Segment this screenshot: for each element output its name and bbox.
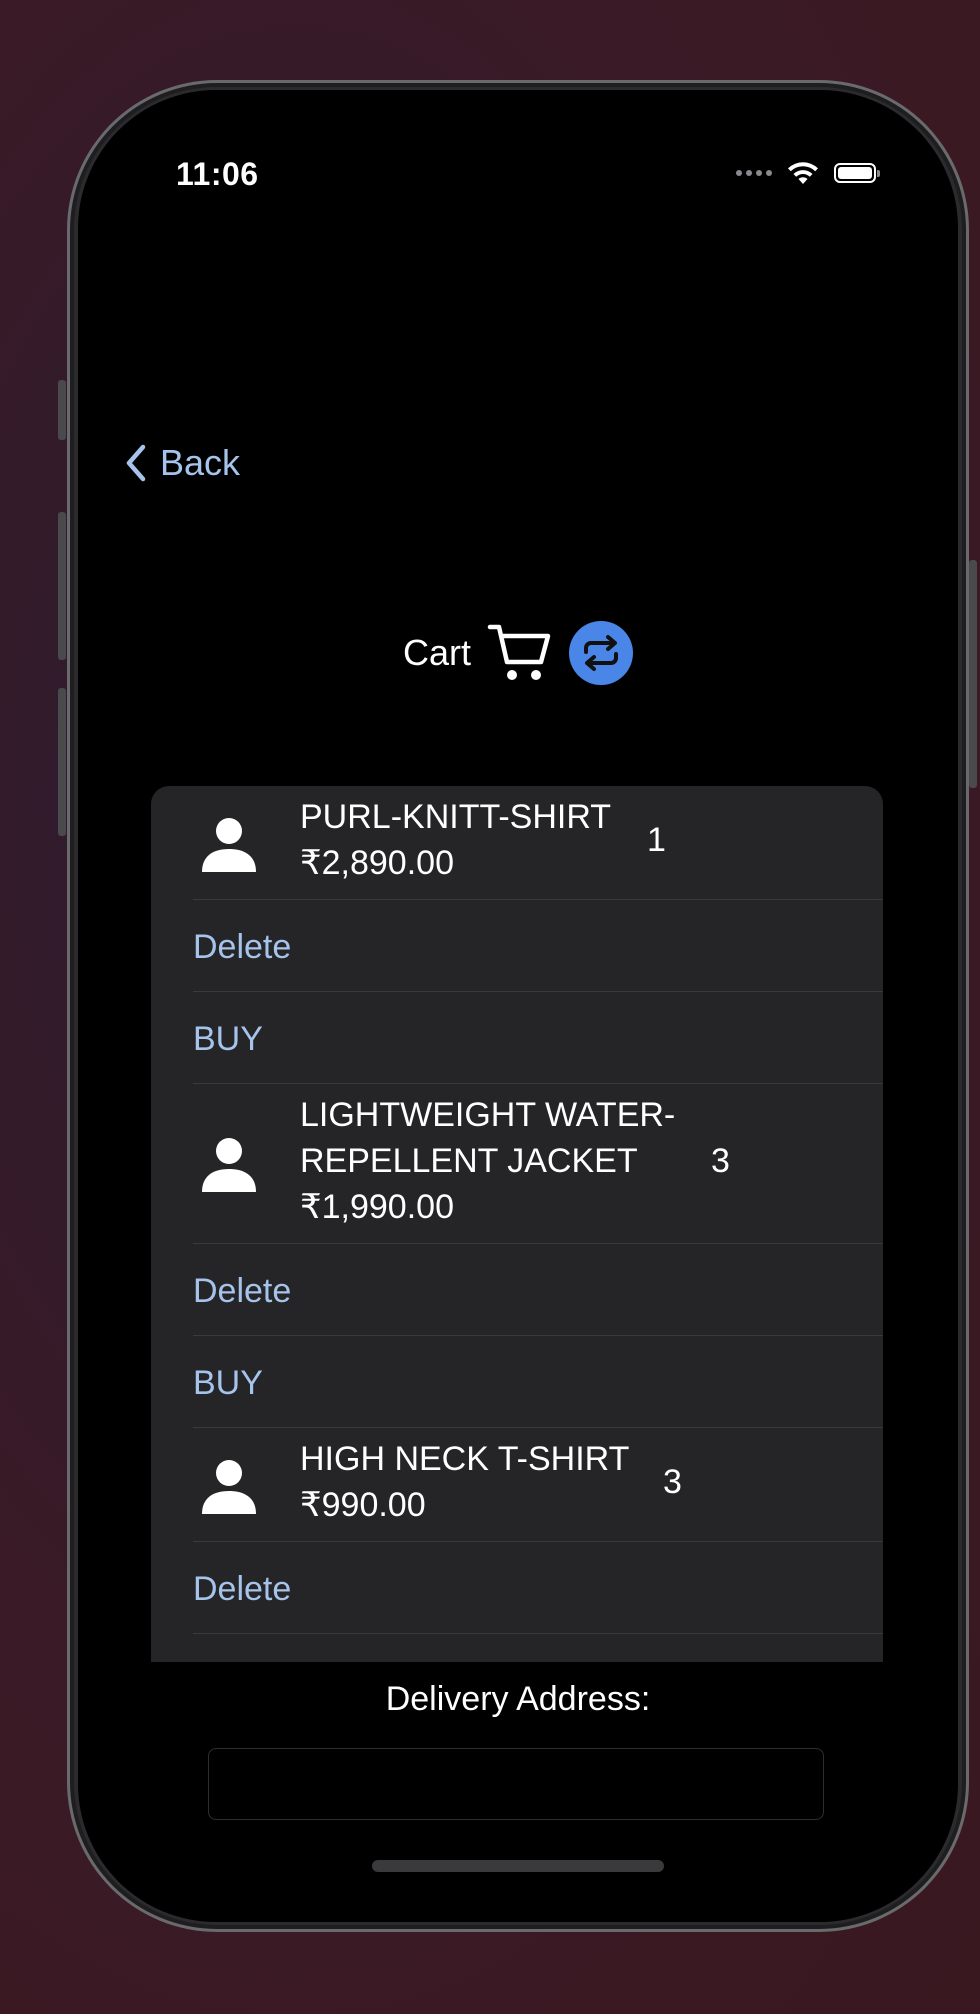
cart-item-row[interactable]: HIGH NECK T-SHIRT ₹990.00 3	[151, 1428, 883, 1542]
buy-label: BUY	[193, 1364, 263, 1402]
delete-button[interactable]: Delete	[151, 1542, 883, 1634]
cart-header: Cart	[78, 620, 958, 686]
person-icon	[202, 1460, 256, 1514]
person-icon	[202, 818, 256, 872]
cart-list[interactable]: PURL-KNITT-SHIRT ₹2,890.00 1 Delete BUY …	[151, 786, 883, 1662]
status-time: 11:06	[176, 156, 259, 192]
delete-label: Delete	[193, 1272, 292, 1310]
back-label: Back	[160, 442, 241, 483]
app-screen: 11:06 Back Cart PURL-KNITT-SHIRT ₹2,890.…	[78, 90, 958, 1922]
back-button[interactable]: Back	[124, 442, 240, 484]
buy-button[interactable]: BUY	[151, 1336, 883, 1428]
item-price: ₹1,990.00	[300, 1188, 454, 1226]
cellular-signal-icon	[736, 170, 772, 176]
delivery-address-label: Delivery Address:	[385, 1680, 651, 1718]
buy-button[interactable]: BUY	[151, 992, 883, 1084]
item-name: HIGH NECK T-SHIRT	[300, 1440, 630, 1478]
item-price: ₹2,890.00	[300, 844, 454, 882]
item-name: PURL-KNITT-SHIRT	[300, 798, 612, 836]
power-button	[969, 560, 977, 788]
status-icons	[736, 160, 880, 186]
item-quantity: 3	[711, 1142, 730, 1180]
volume-up-button	[58, 512, 66, 660]
volume-down-button	[58, 688, 66, 836]
page-title: Cart	[402, 632, 471, 673]
cart-icon	[487, 624, 551, 680]
delete-button[interactable]: Delete	[151, 1244, 883, 1336]
cart-item-row[interactable]: PURL-KNITT-SHIRT ₹2,890.00 1	[151, 786, 883, 900]
divider	[193, 1633, 883, 1634]
delete-label: Delete	[193, 928, 292, 966]
chevron-left-icon	[126, 444, 146, 482]
delete-button[interactable]: Delete	[151, 900, 883, 992]
item-price: ₹990.00	[300, 1486, 426, 1524]
refresh-button[interactable]	[569, 621, 633, 685]
item-name: LIGHTWEIGHT WATER-	[300, 1096, 676, 1134]
delete-label: Delete	[193, 1570, 292, 1608]
battery-icon	[834, 163, 880, 183]
item-quantity: 1	[647, 821, 666, 859]
person-icon	[202, 1138, 256, 1192]
silent-switch	[58, 380, 66, 440]
buy-label: BUY	[193, 1020, 263, 1058]
wifi-icon	[788, 162, 818, 184]
item-quantity: 3	[663, 1463, 682, 1501]
repeat-icon	[584, 635, 618, 671]
cart-item-row[interactable]: LIGHTWEIGHT WATER- REPELLENT JACKET ₹1,9…	[151, 1084, 883, 1244]
delivery-address-input[interactable]	[208, 1748, 824, 1820]
home-indicator	[372, 1860, 664, 1872]
item-name-line2: REPELLENT JACKET	[300, 1142, 638, 1180]
